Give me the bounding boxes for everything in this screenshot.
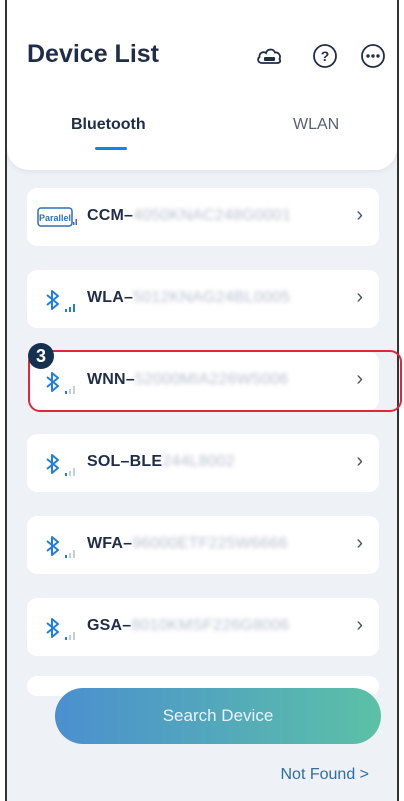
device-name: GSA–8010KMSF226G8006 [87, 617, 290, 634]
bluetooth-icon [46, 536, 59, 556]
device-name: WLA–5012KNAG24BL0005 [87, 289, 291, 306]
device-item[interactable]: GSA–8010KMSF226G8006 › [27, 598, 379, 656]
parallel-icon: Parallel [37, 207, 77, 227]
active-tab-indicator [95, 147, 127, 150]
signal-icon [65, 550, 75, 558]
svg-text:Parallel: Parallel [39, 213, 71, 223]
more-icon[interactable] [359, 42, 387, 70]
device-item[interactable]: WLA–5012KNAG24BL0005 › [27, 270, 379, 328]
help-icon[interactable]: ? [311, 42, 339, 70]
not-found-link[interactable]: Not Found > [281, 766, 370, 784]
chevron-right-icon: › [356, 614, 363, 636]
device-name: SOL–BLE244L8002 [87, 453, 235, 470]
header: Device List ? Bluetooth WLAN [7, 0, 397, 170]
search-device-button[interactable]: Search Device [55, 688, 381, 744]
device-item[interactable]: SOL–BLE244L8002 › [27, 434, 379, 492]
device-name: WFA–96000ETF225W6666 [87, 535, 288, 552]
bluetooth-icon [46, 618, 59, 638]
signal-icon [65, 468, 75, 476]
chevron-right-icon: › [356, 450, 363, 472]
tab-wlan[interactable]: WLAN [293, 116, 339, 134]
cloud-sems-icon[interactable] [255, 42, 283, 70]
highlight-box [28, 350, 402, 412]
device-name: CCM–4050KNAC248G0001 [87, 207, 292, 224]
device-item[interactable]: WFA–96000ETF225W6666 › [27, 516, 379, 574]
svg-text:?: ? [321, 48, 330, 64]
bluetooth-icon [46, 454, 59, 474]
device-item[interactable]: Parallel CCM–4050KNAC248G0001 › [27, 188, 379, 246]
chevron-right-icon: › [356, 204, 363, 226]
tab-bluetooth[interactable]: Bluetooth [71, 116, 146, 134]
page-title: Device List [27, 40, 160, 68]
chevron-right-icon: › [356, 286, 363, 308]
signal-icon [65, 632, 75, 640]
signal-icon [65, 304, 75, 312]
chevron-right-icon: › [356, 532, 363, 554]
step-badge: 3 [28, 343, 54, 369]
bluetooth-icon [46, 290, 59, 310]
